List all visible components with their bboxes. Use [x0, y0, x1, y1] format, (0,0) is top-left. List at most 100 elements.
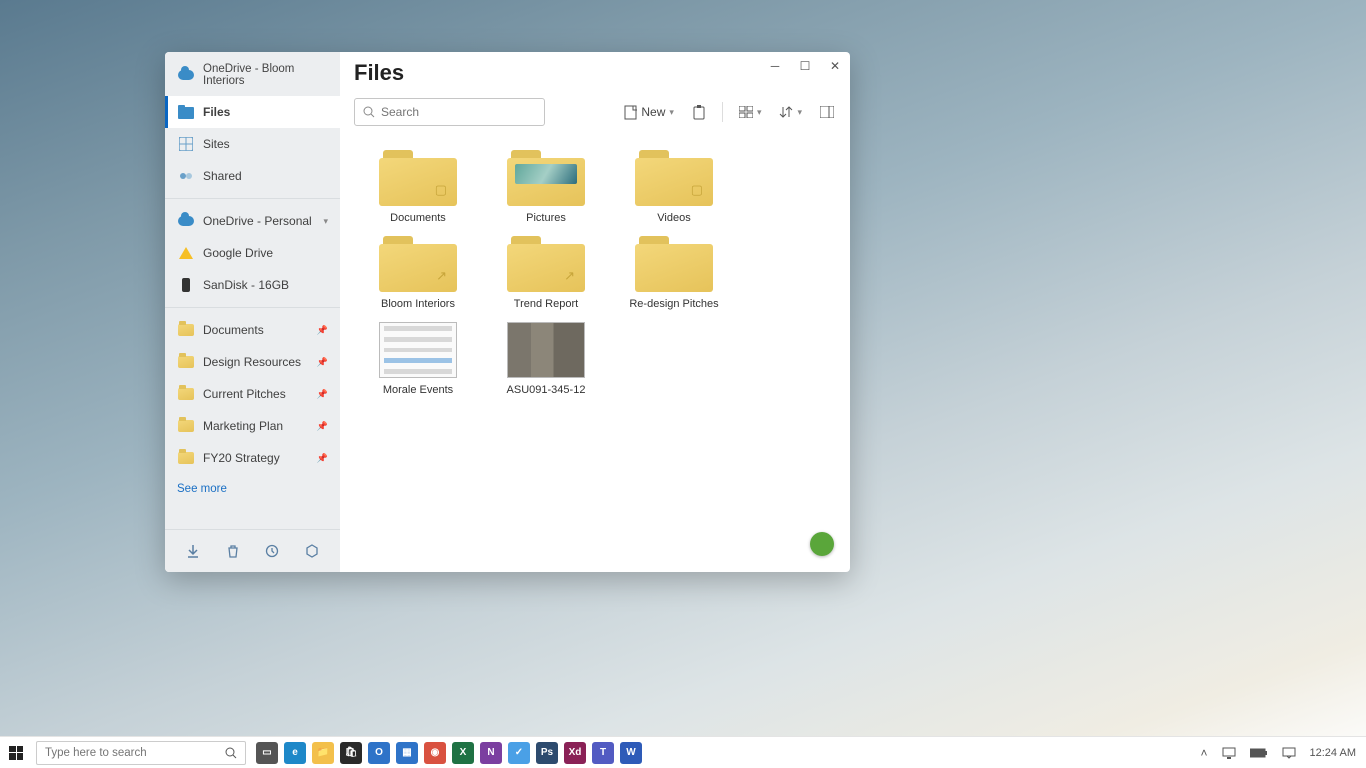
details-pane-button[interactable]	[818, 102, 836, 122]
sidebar-drive-google[interactable]: Google Drive	[165, 237, 340, 269]
taskbar-app-explorer[interactable]: 📁	[312, 742, 334, 764]
taskbar-search-input[interactable]	[45, 747, 219, 759]
search-input[interactable]	[381, 105, 536, 119]
windows-icon	[9, 746, 23, 760]
folder-icon	[177, 417, 195, 435]
folder-bloom-interiors[interactable]: ↗ Bloom Interiors	[354, 236, 482, 310]
pinned-label: Design Resources	[203, 355, 301, 369]
pin-icon: 📌	[317, 357, 328, 368]
taskbar: ▭ e 📁 🛍 O ▦ ◉ XN ✓ Ps Xd TW ˄ 12:24 AM	[0, 736, 1366, 768]
start-button[interactable]	[0, 746, 32, 760]
sidebar-pinned-marketing-plan[interactable]: Marketing Plan 📌	[165, 410, 340, 442]
sync-status-button[interactable]	[810, 532, 834, 556]
new-button[interactable]: New ▾	[622, 101, 676, 124]
drive-label: Google Drive	[203, 246, 273, 260]
file-asu091[interactable]: ASU091-345-12	[482, 322, 610, 396]
drive-label: OneDrive - Personal	[203, 214, 312, 228]
see-more-link[interactable]: See more	[165, 474, 340, 504]
divider	[722, 102, 723, 122]
battery-icon[interactable]	[1250, 748, 1268, 758]
sidebar-drive-sandisk[interactable]: SanDisk - 16GB	[165, 269, 340, 301]
search-box[interactable]	[354, 98, 545, 126]
sort-button[interactable]: ▾	[777, 101, 804, 123]
window-controls: ─ ☐ ✕	[760, 52, 850, 80]
taskbar-app-excel[interactable]: X	[452, 742, 474, 764]
folder-documents[interactable]: ▢ Documents	[354, 150, 482, 224]
sidebar-pinned-design-resources[interactable]: Design Resources 📌	[165, 346, 340, 378]
search-icon	[363, 106, 375, 118]
pin-icon: 📌	[317, 389, 328, 400]
taskbar-app-xd[interactable]: Xd	[564, 742, 586, 764]
taskbar-app-outlook[interactable]: O	[368, 742, 390, 764]
recycle-bin-icon[interactable]	[222, 540, 244, 562]
taskbar-app-word[interactable]: W	[620, 742, 642, 764]
minimize-button[interactable]: ─	[760, 52, 790, 80]
taskbar-app-calendar[interactable]: ▦	[396, 742, 418, 764]
item-label: Bloom Interiors	[381, 298, 455, 310]
main-pane: ─ ☐ ✕ Files New ▾	[340, 52, 850, 572]
shared-icon	[177, 167, 195, 185]
view-button[interactable]: ▾	[737, 102, 764, 122]
close-button[interactable]: ✕	[820, 52, 850, 80]
item-label: Videos	[657, 212, 690, 224]
network-icon[interactable]	[1222, 747, 1236, 759]
settings-icon[interactable]	[301, 540, 323, 562]
taskbar-app-chrome[interactable]: ◉	[424, 742, 446, 764]
folder-redesign-pitches[interactable]: Re-design Pitches	[610, 236, 738, 310]
taskbar-apps: ▭ e 📁 🛍 O ▦ ◉ XN ✓ Ps Xd TW	[250, 742, 648, 764]
new-icon	[624, 105, 637, 120]
toolbar: New ▾ ▾ ▾	[340, 90, 850, 142]
taskbar-app-store[interactable]: 🛍	[340, 742, 362, 764]
page-title: Files	[354, 60, 404, 86]
share-glyph-icon: ↗	[564, 268, 575, 284]
file-morale-events[interactable]: Morale Events	[354, 322, 482, 396]
history-icon[interactable]	[261, 540, 283, 562]
grid-view-icon	[739, 106, 753, 118]
sidebar-item-label: Shared	[203, 169, 242, 183]
maximize-button[interactable]: ☐	[790, 52, 820, 80]
sidebar-item-shared[interactable]: Shared	[165, 160, 340, 192]
sidebar-pinned-documents[interactable]: Documents 📌	[165, 314, 340, 346]
download-icon[interactable]	[182, 540, 204, 562]
clock[interactable]: 12:24 AM	[1310, 747, 1356, 759]
item-label: Trend Report	[514, 298, 578, 310]
drive-label: SanDisk - 16GB	[203, 278, 289, 292]
notifications-icon[interactable]	[1282, 747, 1296, 759]
folder-videos[interactable]: ▢ Videos	[610, 150, 738, 224]
folder-pictures[interactable]: Pictures	[482, 150, 610, 224]
sidebar-account[interactable]: OneDrive - Bloom Interiors	[165, 52, 340, 96]
sidebar-item-label: Files	[203, 105, 230, 119]
folder-icon	[177, 385, 195, 403]
separator	[165, 198, 340, 199]
pin-icon: 📌	[317, 453, 328, 464]
new-label: New	[641, 105, 665, 119]
taskbar-app-task-view[interactable]: ▭	[256, 742, 278, 764]
sidebar-pinned-current-pitches[interactable]: Current Pitches 📌	[165, 378, 340, 410]
clipboard-icon	[692, 105, 706, 120]
sidebar-item-label: Sites	[203, 137, 230, 151]
taskbar-app-onenote[interactable]: N	[480, 742, 502, 764]
folder-icon	[177, 321, 195, 339]
share-glyph-icon: ↗	[436, 268, 447, 284]
taskbar-app-todo[interactable]: ✓	[508, 742, 530, 764]
details-icon	[820, 106, 834, 118]
pinned-label: Documents	[203, 323, 264, 337]
sidebar-drive-onedrive-personal[interactable]: OneDrive - Personal ▾	[165, 205, 340, 237]
sidebar-pinned-fy20-strategy[interactable]: FY20 Strategy 📌	[165, 442, 340, 474]
tray-chevron-icon[interactable]: ˄	[1201, 746, 1208, 760]
taskbar-search[interactable]	[36, 741, 246, 765]
folder-icon	[177, 449, 195, 467]
pinned-label: FY20 Strategy	[203, 451, 280, 465]
pin-icon: 📌	[317, 421, 328, 432]
sidebar-item-files[interactable]: Files	[165, 96, 340, 128]
taskbar-app-edge[interactable]: e	[284, 742, 306, 764]
file-explorer-window: OneDrive - Bloom Interiors Files Sites S…	[165, 52, 850, 572]
sidebar: OneDrive - Bloom Interiors Files Sites S…	[165, 52, 340, 572]
folder-trend-report[interactable]: ↗ Trend Report	[482, 236, 610, 310]
sidebar-item-sites[interactable]: Sites	[165, 128, 340, 160]
taskbar-app-photoshop[interactable]: Ps	[536, 742, 558, 764]
files-icon	[177, 103, 195, 121]
pinned-label: Marketing Plan	[203, 419, 283, 433]
paste-button[interactable]	[690, 101, 708, 124]
taskbar-app-teams[interactable]: T	[592, 742, 614, 764]
